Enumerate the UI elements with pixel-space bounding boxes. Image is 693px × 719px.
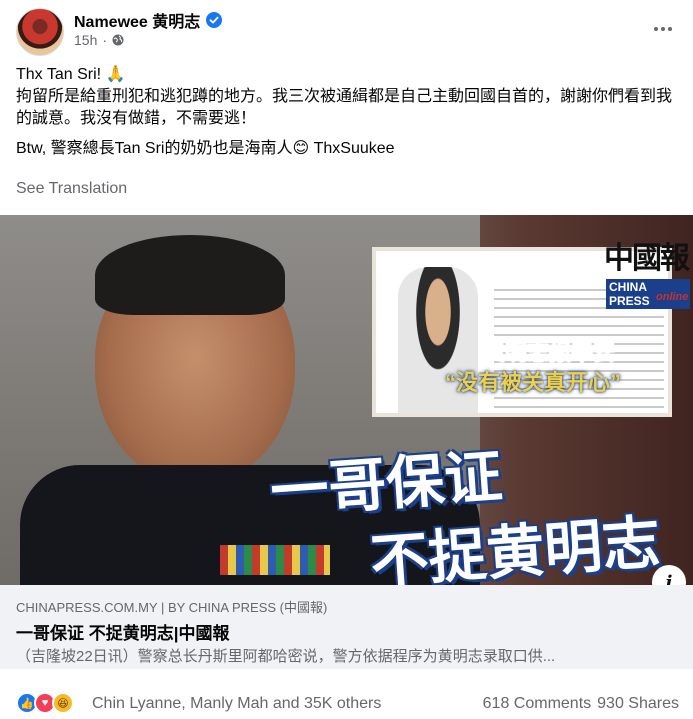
reactions-bar: 👍 ♥ 😆 Chin Lyanne, Manly Mah and 35K oth… — [0, 686, 693, 719]
inset-caption-1: 黄明志报平安 — [482, 340, 616, 366]
globe-icon[interactable] — [112, 34, 124, 46]
reaction-names[interactable]: Chin Lyanne, Manly Mah and 35K others — [92, 695, 381, 713]
shares-count[interactable]: 930 Shares — [597, 695, 679, 713]
post-time[interactable]: 15h — [74, 32, 97, 48]
china-press-logo: 中國報 CHINA PRESS online — [604, 233, 690, 309]
logo-online: online — [656, 291, 689, 303]
post-header: Namewee 黄明志 15h · — [0, 0, 693, 60]
link-title[interactable]: 一哥保证 不捉黄明志|中國報 — [16, 619, 229, 644]
link-card[interactable]: CHINAPRESS.COM.MY | BY CHINA PRESS (中國報)… — [0, 585, 693, 669]
logo-chinese: 中國報 — [604, 241, 690, 276]
more-options-icon[interactable] — [647, 16, 679, 42]
link-domain: CHINAPRESS.COM.MY | BY CHINA PRESS (中國報) — [16, 600, 328, 615]
info-icon[interactable]: i — [652, 565, 686, 585]
verified-badge-icon — [206, 12, 223, 28]
comments-count[interactable]: 618 Comments — [483, 695, 592, 713]
haha-reaction-icon: 😆 — [52, 692, 74, 714]
engagement-counts: 618 Comments 930 Shares — [483, 695, 679, 713]
link-preview-image[interactable]: 黄明志报平安 “没有被关真开心” 中國報 CHINA PRESS online … — [0, 215, 693, 585]
uniform-medals — [220, 545, 330, 575]
post-body: Thx Tan Sri! 🙏 拘留所是給重刑犯和逃犯蹲的地方。我三次被通緝都是自… — [16, 64, 686, 168]
post-text-line-2: 拘留所是給重刑犯和逃犯蹲的地方。我三次被通緝都是自己主動回國自首的，謝謝你們看到… — [16, 88, 673, 127]
see-translation-link[interactable]: See Translation — [16, 180, 127, 198]
inset-caption-2: “没有被关真开心” — [445, 370, 622, 395]
author-row: Namewee 黄明志 — [74, 8, 223, 32]
author-avatar[interactable] — [16, 8, 64, 56]
officer-hair — [95, 235, 285, 315]
link-description: （吉隆坡22日讯）警察总长丹斯里阿都哈密说，警方依据程序为黄明志录取口供... — [16, 648, 556, 665]
post-text-line-1: Thx Tan Sri! 🙏 — [16, 66, 126, 83]
reaction-icons[interactable]: 👍 ♥ 😆 — [16, 692, 86, 714]
post-meta: 15h · — [74, 32, 124, 48]
post-text-line-3: Btw, 警察總長Tan Sri的奶奶也是海南人😊 ThxSuukee — [16, 140, 395, 157]
author-name[interactable]: Namewee 黄明志 — [74, 8, 200, 32]
